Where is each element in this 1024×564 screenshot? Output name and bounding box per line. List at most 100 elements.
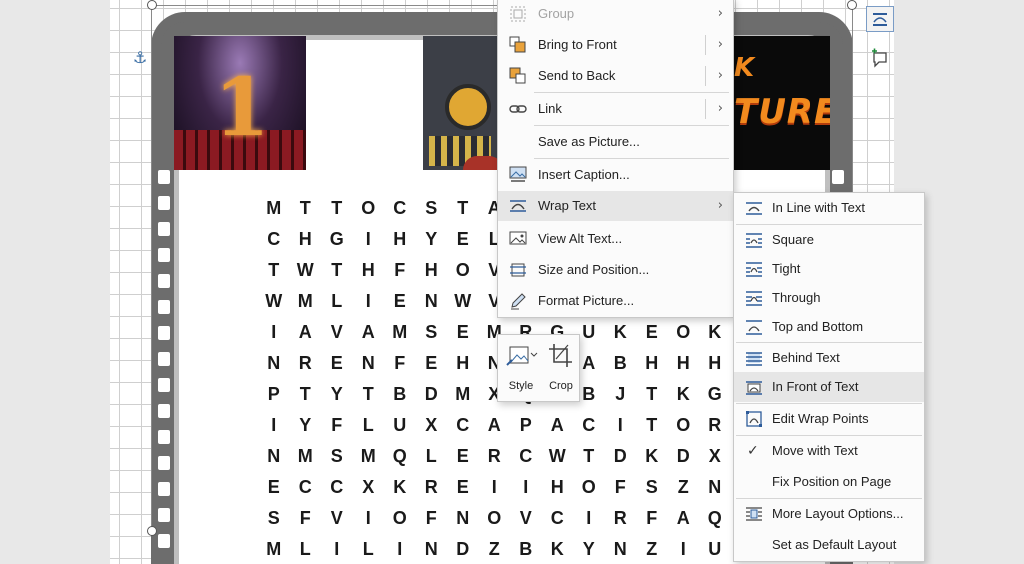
- word-search-letter: H: [550, 477, 564, 497]
- word-search-letter: C: [582, 415, 596, 435]
- word-search-letter: C: [456, 415, 470, 435]
- word-search-letter: H: [424, 260, 438, 280]
- new-comment-icon[interactable]: [870, 48, 890, 68]
- word-search-letter: V: [330, 322, 343, 342]
- word-search-letter: Q: [392, 446, 407, 466]
- wrap-item-label: Move with Text: [772, 443, 858, 458]
- word-search-letter: L: [425, 446, 437, 466]
- wrap-item-in-line-with-text[interactable]: In Line with Text: [734, 193, 924, 223]
- menu-item-group[interactable]: Group ›: [498, 0, 733, 29]
- menu-separator: [534, 92, 729, 93]
- word-search-letter: T: [268, 260, 280, 280]
- word-search-letter: I: [397, 539, 403, 559]
- submenu-divider: [705, 66, 706, 86]
- menu-item-format-picture[interactable]: Format Picture...: [498, 286, 733, 316]
- wrap-item-more-layout-options[interactable]: More Layout Options...: [734, 499, 924, 529]
- word-search-letter: U: [393, 415, 407, 435]
- menu-item-insert-caption[interactable]: Insert Caption...: [498, 160, 733, 190]
- word-search-letter: H: [393, 229, 407, 249]
- submenu-divider: [705, 35, 706, 55]
- menu-item-link[interactable]: Link ›: [498, 94, 733, 124]
- wrap-item-tight[interactable]: Tight: [734, 254, 924, 284]
- word-search-letter: S: [645, 477, 658, 497]
- wrap-item-behind-text[interactable]: Behind Text: [734, 343, 924, 373]
- resize-handle-top-right[interactable]: [847, 0, 857, 10]
- wrap-item-fix-position-on-page[interactable]: Fix Position on Page: [734, 467, 924, 497]
- in-line-with-text-icon: [746, 202, 762, 215]
- word-search-letter: N: [267, 353, 281, 373]
- word-search-letter: G: [329, 229, 344, 249]
- top-and-bottom-icon: [746, 320, 762, 335]
- wrap-item-move-with-text[interactable]: ✓ Move with Text: [734, 436, 924, 466]
- wrap-item-top-and-bottom[interactable]: Top and Bottom: [734, 312, 924, 342]
- menu-separator: [534, 158, 729, 159]
- wrap-item-edit-wrap-points[interactable]: Edit Wrap Points: [734, 404, 924, 434]
- word-search-letter: P: [267, 384, 280, 404]
- anchor-icon[interactable]: ⚓: [133, 49, 151, 67]
- word-search-letter: C: [298, 477, 312, 497]
- menu-item-label: Format Picture...: [538, 293, 635, 308]
- theater-number-one-image[interactable]: 1: [174, 36, 306, 170]
- wrap-item-label: Square: [772, 232, 814, 247]
- menu-item-send-to-back[interactable]: Send to Back ›: [498, 61, 733, 91]
- word-search-letter: B: [393, 384, 407, 404]
- word-search-letter: M: [266, 539, 282, 559]
- word-search-letter: E: [645, 322, 658, 342]
- word-search-letter: T: [299, 384, 311, 404]
- crop-button[interactable]: Crop: [542, 341, 580, 397]
- word-search-letter: W: [548, 446, 566, 466]
- word-search-letter: T: [299, 198, 311, 218]
- word-search-letter: O: [676, 322, 691, 342]
- word-search-letter: D: [424, 384, 438, 404]
- menu-item-label: Size and Position...: [538, 262, 650, 277]
- word-search-letter: I: [271, 322, 277, 342]
- wrap-item-square[interactable]: Square: [734, 225, 924, 255]
- wrap-item-set-as-default-layout[interactable]: Set as Default Layout: [734, 530, 924, 560]
- wrap-item-in-front-of-text[interactable]: In Front of Text: [734, 372, 924, 402]
- word-search-letter: O: [676, 415, 691, 435]
- group-icon: [510, 6, 526, 22]
- word-search-row: TWTHFHOV: [258, 255, 510, 285]
- style-button[interactable]: Style: [502, 341, 540, 397]
- word-search-letter: Y: [330, 384, 343, 404]
- wrap-item-label: Top and Bottom: [772, 319, 864, 334]
- resize-handle-top-left[interactable]: [147, 0, 157, 10]
- menu-item-wrap-text[interactable]: Wrap Text ›: [498, 191, 733, 221]
- word-search-letter: A: [487, 415, 501, 435]
- wrap-item-label: Tight: [772, 261, 801, 276]
- word-search-letter: D: [613, 446, 627, 466]
- menu-item-label: Insert Caption...: [538, 167, 630, 182]
- size-position-icon: [510, 263, 526, 277]
- word-search-letter: X: [425, 415, 438, 435]
- alt-text-icon: [509, 231, 527, 245]
- wrap-item-label: More Layout Options...: [772, 506, 904, 521]
- word-search-letter: F: [394, 353, 406, 373]
- menu-item-save-as-picture[interactable]: Save as Picture...: [498, 127, 733, 157]
- menu-item-label: Link: [538, 101, 562, 116]
- word-search-letter: H: [298, 229, 312, 249]
- theater-number: 1: [214, 60, 270, 154]
- word-search-letter: Z: [646, 539, 658, 559]
- word-search-letter: Q: [707, 508, 722, 528]
- layout-options-button[interactable]: [866, 6, 894, 32]
- wrap-item-label: Fix Position on Page: [772, 474, 892, 489]
- picture-style-icon: [506, 346, 538, 366]
- menu-item-view-alt-text[interactable]: View Alt Text...: [498, 224, 733, 254]
- word-search-letter: O: [392, 508, 407, 528]
- clock-tower-image[interactable]: [423, 36, 497, 170]
- wrap-item-through[interactable]: Through: [734, 283, 924, 313]
- menu-item-bring-to-front[interactable]: Bring to Front ›: [498, 30, 733, 60]
- menu-item-size-and-position[interactable]: Size and Position...: [498, 255, 733, 285]
- bring-to-front-icon: [509, 36, 526, 53]
- back-to-the-future-logo-image[interactable]: K TURE: [734, 36, 830, 170]
- menu-item-label: Bring to Front: [538, 37, 617, 52]
- sprocket-column-left: [158, 170, 172, 560]
- word-search-letter: C: [330, 477, 344, 497]
- word-search-letter: X: [362, 477, 375, 497]
- word-search-letter: E: [456, 229, 469, 249]
- picture-context-menu: Group › Bring to Front › Send to Back › …: [497, 0, 734, 318]
- word-search-letter: E: [456, 477, 469, 497]
- word-search-letter: L: [362, 415, 374, 435]
- resize-handle-bottom-left[interactable]: [147, 526, 157, 536]
- word-search-letter: T: [646, 384, 658, 404]
